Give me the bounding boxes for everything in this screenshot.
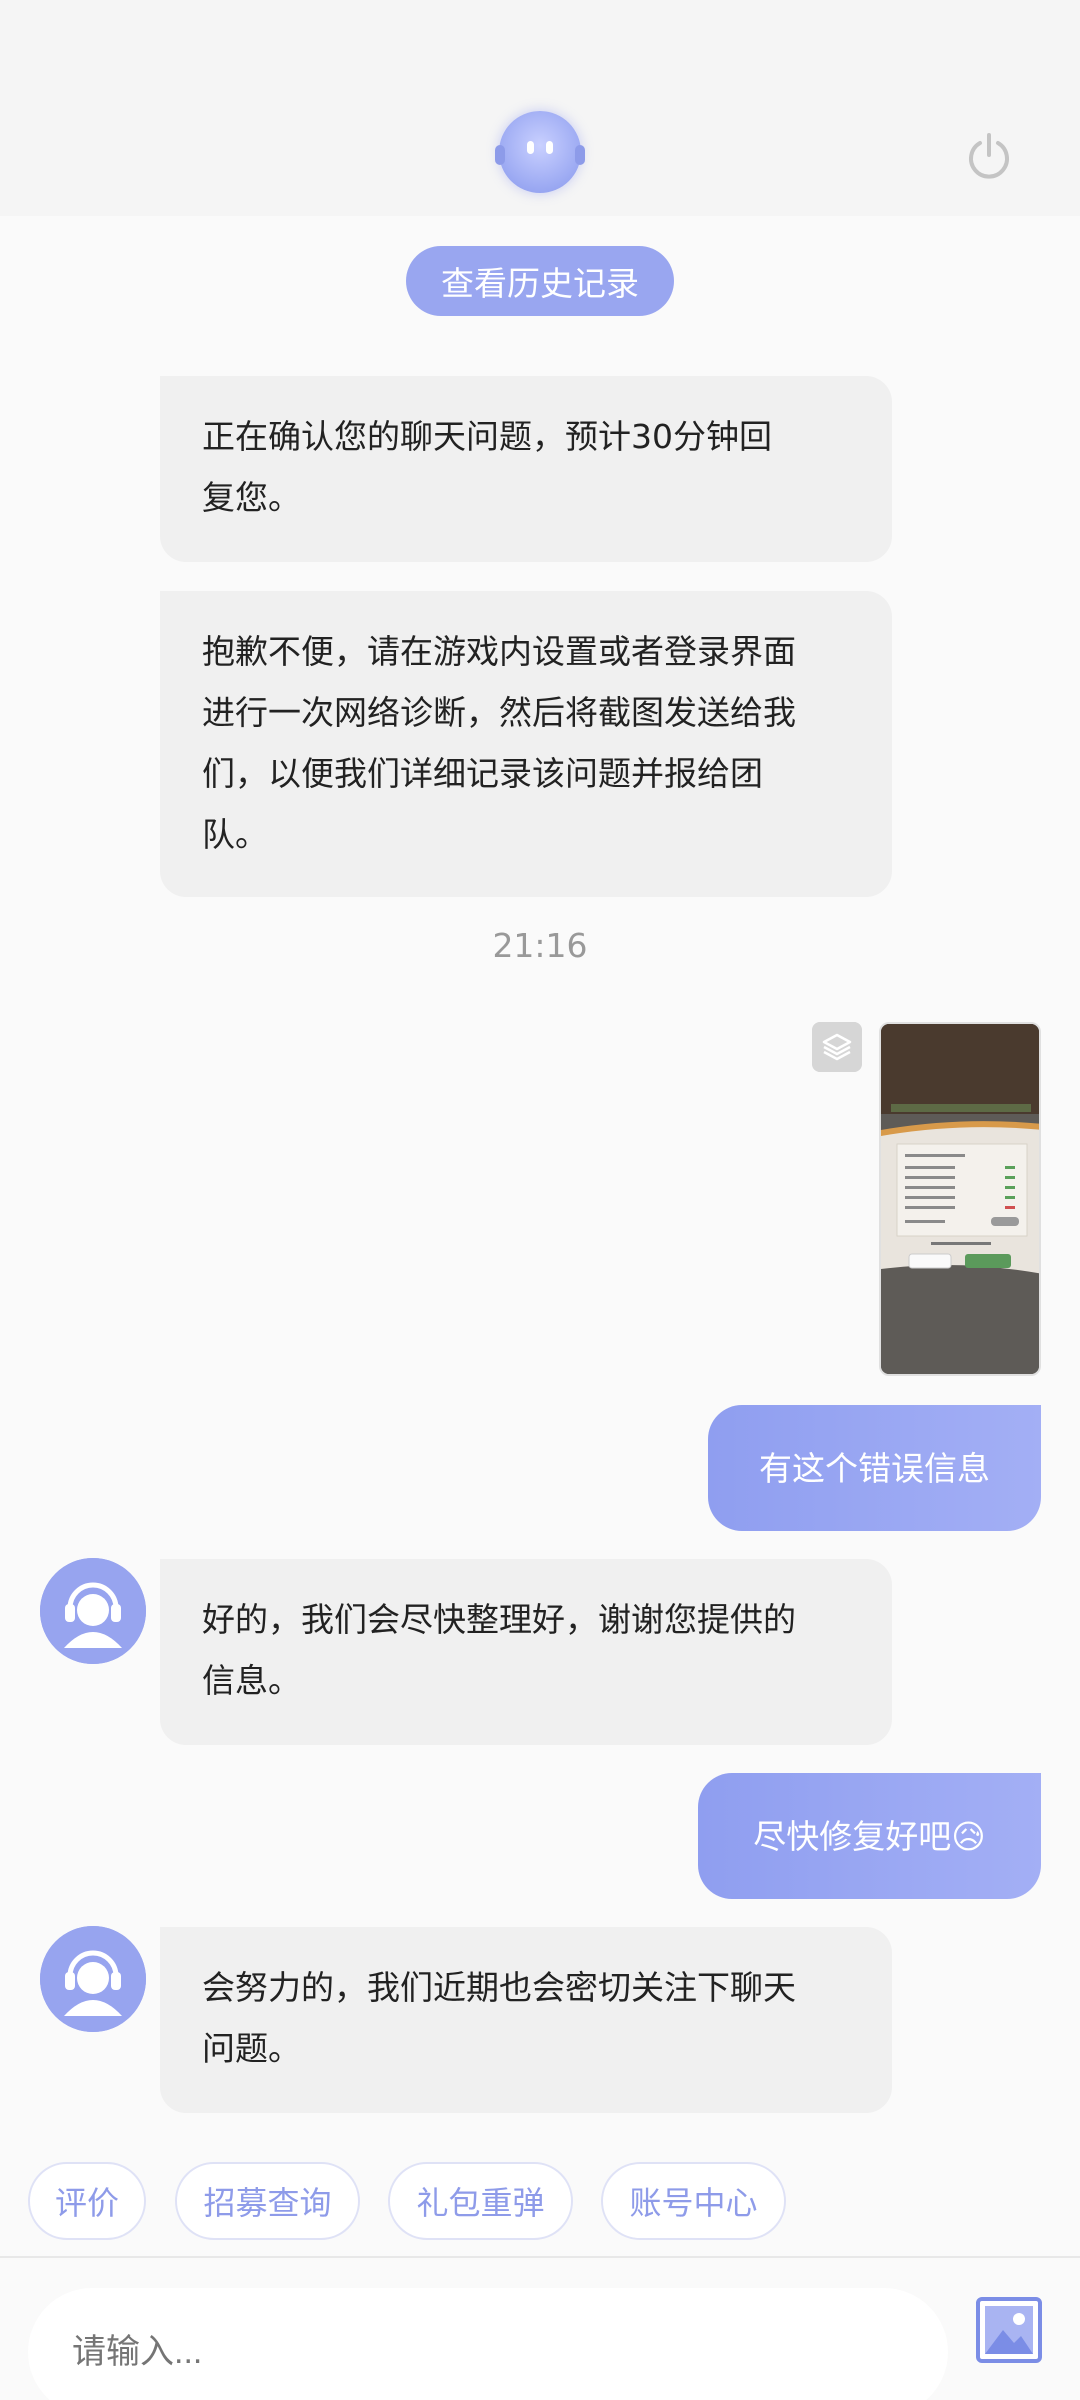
message-text: 尽快修复好吧😥	[753, 1816, 986, 1856]
customer-service-icon	[40, 1926, 146, 2032]
agent-avatar	[40, 1926, 146, 2032]
quick-action-gift-popup[interactable]: 礼包重弹	[388, 2162, 573, 2240]
image-picker-icon[interactable]	[976, 2297, 1042, 2363]
message-text-line: 进行一次网络诊断，然后将截图发送给我	[202, 693, 796, 732]
message-input[interactable]	[28, 2288, 948, 2400]
bot-message: 会努力的，我们近期也会密切关注下聊天 问题。	[160, 1927, 892, 2113]
customer-service-icon	[40, 1558, 146, 1664]
message-text-line: 队。	[202, 815, 268, 854]
message-text: 有这个错误信息	[759, 1448, 990, 1488]
bot-message: 好的，我们会尽快整理好，谢谢您提供的 信息。	[160, 1559, 892, 1745]
power-icon[interactable]	[964, 131, 1014, 181]
message-text-line: 复您。	[202, 478, 301, 517]
view-history-button[interactable]: 查看历史记录	[406, 246, 674, 316]
robot-headset-icon	[495, 111, 585, 193]
message-text-line: 问题。	[202, 2029, 301, 2068]
message-text-line: 们，以便我们详细记录该问题并报给团	[202, 754, 763, 793]
header	[0, 0, 1080, 216]
user-message: 有这个错误信息	[708, 1405, 1041, 1531]
bot-message: 正在确认您的聊天问题，预计30分钟回 复您。	[160, 376, 892, 562]
message-text-line: 正在确认您的聊天问题，预计30分钟回	[202, 417, 772, 456]
message-text-line: 信息。	[202, 1661, 301, 1700]
quick-action-rate[interactable]: 评价	[28, 2162, 146, 2240]
screenshot-image	[881, 1024, 1039, 1374]
bot-message: 抱歉不便，请在游戏内设置或者登录界面 进行一次网络诊断，然后将截图发送给我 们，…	[160, 591, 892, 897]
message-text-line: 抱歉不便，请在游戏内设置或者登录界面	[202, 632, 796, 671]
user-message: 尽快修复好吧😥	[698, 1773, 1041, 1899]
quick-action-recruit-query[interactable]: 招募查询	[175, 2162, 360, 2240]
divider	[0, 2256, 1080, 2258]
message-timestamp: 21:16	[492, 926, 588, 965]
message-text-line: 好的，我们会尽快整理好，谢谢您提供的	[202, 1600, 796, 1639]
agent-avatar	[40, 1558, 146, 1664]
layers-icon[interactable]	[812, 1022, 862, 1072]
quick-action-account-center[interactable]: 账号中心	[601, 2162, 786, 2240]
screenshot-thumbnail[interactable]	[879, 1022, 1041, 1376]
message-text-line: 会努力的，我们近期也会密切关注下聊天	[202, 1968, 796, 2007]
